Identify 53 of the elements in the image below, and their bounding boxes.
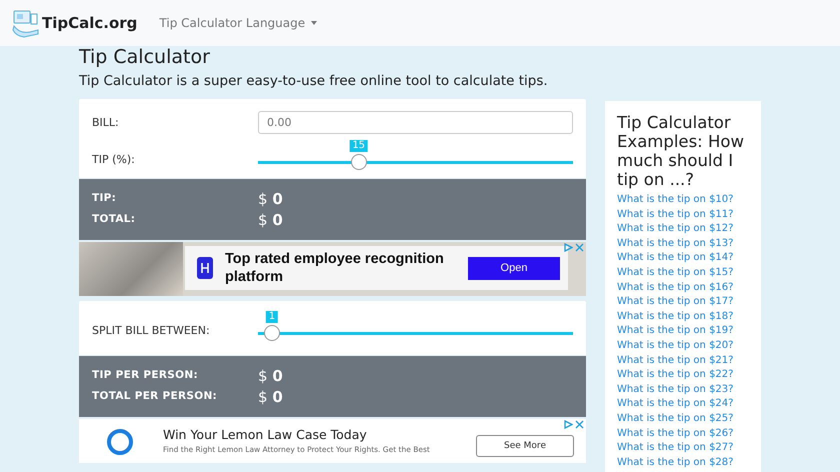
ad-headline: Win Your Lemon Law Case Today [163,427,368,442]
caret-icon [311,21,318,25]
letter-logo-icon [197,257,213,279]
example-link[interactable]: What is the tip on $19? [617,324,749,339]
brand-link[interactable]: TipCalc.org [12,8,138,38]
example-link[interactable]: What is the tip on $27? [617,441,749,456]
example-link[interactable]: What is the tip on $14? [617,251,749,266]
result-label: TOTAL PER PERSON: [92,390,218,404]
example-link[interactable]: What is the tip on $15? [617,266,749,281]
result-value: $ 0 [258,366,284,386]
close-icon[interactable] [575,420,584,429]
example-link[interactable]: What is the tip on $12? [617,222,749,237]
example-link[interactable]: What is the tip on $23? [617,382,749,398]
example-link[interactable]: What is the tip on $21? [617,354,749,368]
bill-input-field[interactable]: 0.00 [258,111,573,134]
example-link[interactable]: What is the tip on $25? [617,412,749,426]
ad-choices-icon[interactable] [564,243,573,252]
result-value: $ 0 [258,387,284,407]
result-label: TIP PER PERSON: [92,369,199,383]
ad-headline: Top rated employee recognition platform [225,250,445,286]
result-label: TIP: [92,192,118,206]
example-link[interactable]: What is the tip on $20? [617,338,749,354]
page-subtitle: Tip Calculator is a super easy-to-use free online tool to calculate tips. [79,73,549,89]
advertisement-banner[interactable]: Top rated employee recognition platform Open [79,242,586,296]
example-link[interactable]: What is the tip on $16? [617,280,749,296]
example-link[interactable]: What is the tip on $22? [617,368,749,383]
panel-heading: Tip Calculator Examples: How much should I tip on ...? [617,113,745,189]
slider-thumb[interactable] [264,325,280,341]
result-value: $ 0 [258,210,284,230]
slider-thumb[interactable] [350,154,367,170]
language-dropdown[interactable]: Tip Calculator Language [159,16,318,30]
see-more-button[interactable]: See More [476,435,574,457]
field-label: SPLIT BILL BETWEEN: [92,324,211,336]
value-tooltip: 15 [349,140,368,152]
value-tooltip: 1 [266,311,278,323]
example-link[interactable]: What is the tip on $10? [617,193,749,208]
page-title: Tip Calculator [79,46,211,68]
ring-logo-icon [107,429,133,455]
calculator-hand-logo-icon [12,8,40,38]
ad-choices-icon[interactable] [564,420,573,429]
example-link[interactable]: What is the tip on $26? [617,426,749,442]
example-link[interactable]: What is the tip on $28? [617,456,749,470]
example-link[interactable]: What is the tip on $13? [617,236,749,252]
example-link[interactable]: What is the tip on $11? [617,208,749,222]
result-value: $ 0 [258,189,284,209]
close-icon[interactable] [575,243,584,252]
field-label: TIP (%): [92,152,136,166]
example-link[interactable]: What is the tip on $24? [617,397,749,412]
example-link[interactable]: What is the tip on $18? [617,310,749,324]
example-link[interactable]: What is the tip on $17? [617,295,749,310]
open-button[interactable]: Open [468,256,560,280]
field-label: BILL: [92,116,120,129]
result-label: TOTAL: [92,213,136,227]
